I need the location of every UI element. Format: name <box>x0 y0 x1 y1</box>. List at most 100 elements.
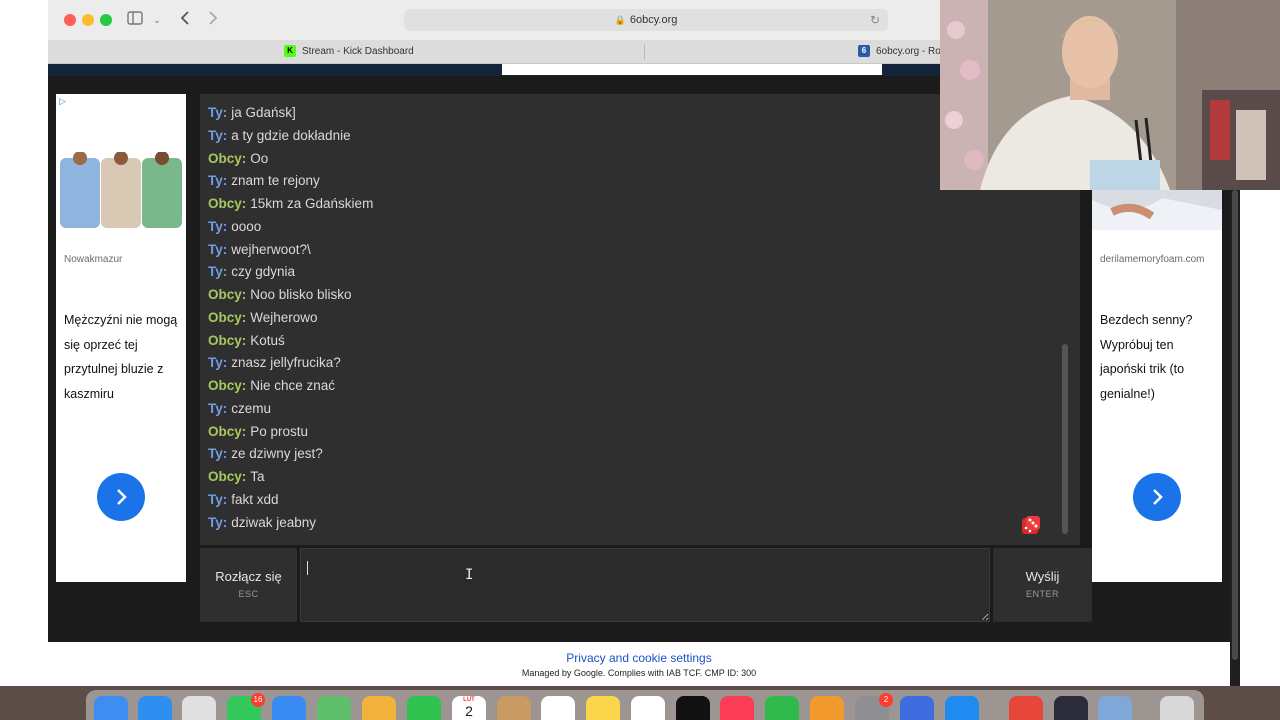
sender-stranger: Obcy: <box>208 423 247 439</box>
chat-message: Obcy: Ta <box>208 468 265 486</box>
tab-6obcy[interactable]: 6 6obcy.org - Roz <box>858 40 940 64</box>
chat-message: Obcy: Po prostu <box>208 423 308 441</box>
disconnect-button[interactable]: Rozłącz się ESC <box>200 548 297 622</box>
cmp-notice: Managed by Google. Complies with IAB TCF… <box>521 668 757 678</box>
message-text: czemu <box>231 400 272 416</box>
text-caret <box>307 561 308 575</box>
maps-icon[interactable] <box>317 696 351 720</box>
message-text: Oo <box>250 150 269 166</box>
chat-message: Ty: znasz jellyfrucika? <box>208 354 341 372</box>
chat-message: Ty: ze dziwny jest? <box>208 445 323 463</box>
obs-icon[interactable] <box>1054 696 1088 720</box>
message-text: Noo blisko blisko <box>250 287 352 302</box>
ad-sweaters-image[interactable] <box>56 152 186 230</box>
freeform-icon[interactable] <box>631 696 665 720</box>
finder-icon[interactable] <box>94 696 128 720</box>
chat-message: Ty: oooo <box>208 218 261 236</box>
chevron-down-icon[interactable]: ⌄ <box>152 10 162 30</box>
ad-pillow-image[interactable] <box>1092 190 1222 230</box>
contacts-icon[interactable] <box>497 696 531 720</box>
sender-you: Ty: <box>208 173 228 189</box>
roblox-icon[interactable] <box>900 696 934 720</box>
message-input[interactable] <box>300 548 990 622</box>
zoom-window-button[interactable] <box>100 14 112 26</box>
back-arrow-icon[interactable] <box>178 10 192 30</box>
chat-scrollbar-thumb[interactable] <box>1062 344 1068 534</box>
sender-you: Ty: <box>208 446 228 462</box>
message-text: Kotuś <box>250 332 285 348</box>
chat-message: Ty: czemu <box>208 400 271 418</box>
chat-message: Obcy: Wejherowo <box>208 309 318 327</box>
minimize-window-button[interactable] <box>82 14 94 26</box>
facetime-icon[interactable] <box>407 696 441 720</box>
sidebar-toggle-icon[interactable] <box>126 10 144 30</box>
photos-icon[interactable] <box>362 696 396 720</box>
safari-icon[interactable] <box>138 696 172 720</box>
tab-divider <box>644 44 645 60</box>
chat-message: Obcy: Oo <box>208 150 268 168</box>
messages-icon[interactable]: 16 <box>227 693 265 720</box>
sender-you: Ty: <box>208 218 228 234</box>
page-scrollbar-thumb[interactable] <box>1232 190 1238 660</box>
adchoices-icon[interactable]: ▷ <box>59 96 66 107</box>
message-text: znasz jellyfrucika? <box>231 355 341 371</box>
calendar-icon[interactable]: LUT 2 <box>452 696 486 720</box>
tab-title: Stream - Kick Dashboard <box>302 46 414 57</box>
tv-icon[interactable] <box>676 696 710 720</box>
launchpad-icon[interactable] <box>182 696 216 720</box>
disconnect-label: Rozłącz się <box>215 569 282 584</box>
ad-go-button[interactable] <box>97 473 145 521</box>
chat-message: Ty: fakt xdd <box>208 491 279 509</box>
preview-icon[interactable] <box>1098 696 1132 720</box>
message-text: fakt xdd <box>231 491 279 507</box>
reload-icon[interactable]: ↻ <box>870 9 880 31</box>
music-icon[interactable] <box>720 696 754 720</box>
sender-you: Ty: <box>208 491 228 507</box>
ad-left[interactable]: ▷ Nowakmazur Mężczyźni nie mogą się oprz… <box>56 94 186 582</box>
pages-icon[interactable] <box>810 696 844 720</box>
mail-icon[interactable] <box>272 696 306 720</box>
chat-message: Ty: wejherwoot?\ <box>208 241 311 259</box>
appstore-icon[interactable] <box>945 696 979 720</box>
notes-icon[interactable] <box>586 696 620 720</box>
desktop-edge <box>1240 190 1280 686</box>
numbers-icon[interactable] <box>765 696 799 720</box>
message-text: ja Gdańsk] <box>231 105 296 120</box>
page-scrollbar[interactable] <box>1230 190 1240 686</box>
sender-stranger: Obcy: <box>208 332 247 348</box>
settings-icon[interactable]: 2 <box>855 693 893 720</box>
tab-title: 6obcy.org - Roz <box>876 46 940 57</box>
message-text: Nie chce znać <box>250 378 336 393</box>
ad-domain: Nowakmazur <box>64 254 123 265</box>
dice-icon[interactable] <box>1020 514 1042 536</box>
ad-headline[interactable]: Bezdech senny? Wypróbuj ten japoński tri… <box>1100 308 1218 406</box>
sender-you: Ty: <box>208 264 228 280</box>
chat-controls: Rozłącz się ESC I Wyślij ENTER <box>200 548 1092 622</box>
message-text: 15km za Gdańskiem <box>250 196 374 211</box>
send-label: Wyślij <box>1025 569 1060 584</box>
message-text: dziwak jeabny <box>231 514 317 530</box>
chat-message: Obcy: Noo blisko blisko <box>208 286 352 304</box>
reminders-icon[interactable] <box>541 696 575 720</box>
forward-arrow-icon[interactable] <box>206 10 220 30</box>
consent-footer: Privacy and cookie settings Managed by G… <box>48 642 1230 686</box>
kick-favicon-icon: K <box>284 45 296 58</box>
webcam-overlay <box>940 0 1280 190</box>
chat-message: Ty: czy gdynia <box>208 263 295 281</box>
sender-stranger: Obcy: <box>208 469 247 484</box>
lock-icon: 🔒 <box>614 15 626 25</box>
sender-you: Ty: <box>208 105 228 120</box>
tab-kick-dashboard[interactable]: K Stream - Kick Dashboard <box>284 40 484 64</box>
notification-badge: 16 <box>251 693 265 707</box>
close-window-button[interactable] <box>64 14 76 26</box>
6obcy-favicon-icon: 6 <box>858 45 870 58</box>
sender-you: Ty: <box>208 355 228 371</box>
trash-icon[interactable] <box>1160 696 1194 720</box>
chevron-right-icon <box>1153 489 1163 505</box>
address-bar[interactable]: 🔒 6obcy.org ↻ <box>404 9 888 31</box>
ad-go-button[interactable] <box>1133 473 1181 521</box>
ad-headline[interactable]: Mężczyźni nie mogą się oprzeć tej przytu… <box>64 308 182 406</box>
privacy-settings-link[interactable]: Privacy and cookie settings <box>48 651 1230 665</box>
chrome-icon[interactable] <box>1009 696 1043 720</box>
send-button[interactable]: Wyślij ENTER <box>993 548 1092 622</box>
